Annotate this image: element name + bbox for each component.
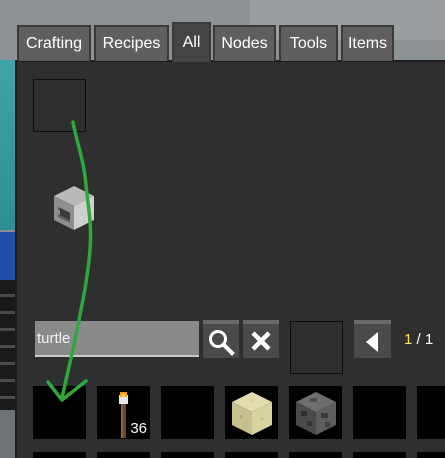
page-indicator: 1 / 1 [404,331,433,348]
left-arrow-icon [366,332,378,352]
sandstone-block-icon [232,392,272,435]
game-screen: Crafting Recipes All Nodes Tools Items t… [0,0,445,458]
item-count: 36 [130,420,147,437]
world-block-gray [0,410,16,458]
tab-crafting[interactable]: Crafting [17,25,91,61]
tab-items[interactable]: Items [341,25,394,61]
world-water [0,60,16,230]
item-slot-empty[interactable] [289,452,342,458]
world-block-blue [0,232,16,280]
item-slot-cobblestone[interactable] [289,386,342,439]
item-slot-empty[interactable] [33,452,86,458]
tab-nodes[interactable]: Nodes [213,25,276,61]
item-slot-empty[interactable] [417,452,445,458]
tab-recipes[interactable]: Recipes [94,25,169,61]
item-slot-empty[interactable] [353,452,406,458]
craft-output-slot[interactable] [33,79,86,132]
item-slot-empty[interactable] [33,386,86,439]
prev-page-button[interactable] [354,320,391,358]
magnifier-icon [209,330,235,356]
item-slot-torch[interactable]: 36 [97,386,150,439]
search-input[interactable] [35,321,199,357]
item-slot-empty[interactable] [353,386,406,439]
page-total: 1 [424,331,434,348]
item-slot-empty[interactable] [417,386,445,439]
item-slot-empty[interactable] [161,386,214,439]
tab-all[interactable]: All [172,22,211,62]
preview-slot[interactable] [290,321,343,374]
page-separator: / [412,331,425,348]
cobblestone-block-icon [296,392,336,435]
world-block-dark [0,280,16,410]
item-slot-sandstone[interactable] [225,386,278,439]
tab-tools[interactable]: Tools [279,25,338,61]
clear-search-button[interactable] [243,320,279,358]
x-icon [251,331,271,351]
item-slot-empty[interactable] [97,452,150,458]
item-slot-empty[interactable] [225,452,278,458]
item-slot-empty[interactable] [161,452,214,458]
search-button[interactable] [203,320,239,358]
turtle-block-icon [54,186,94,230]
